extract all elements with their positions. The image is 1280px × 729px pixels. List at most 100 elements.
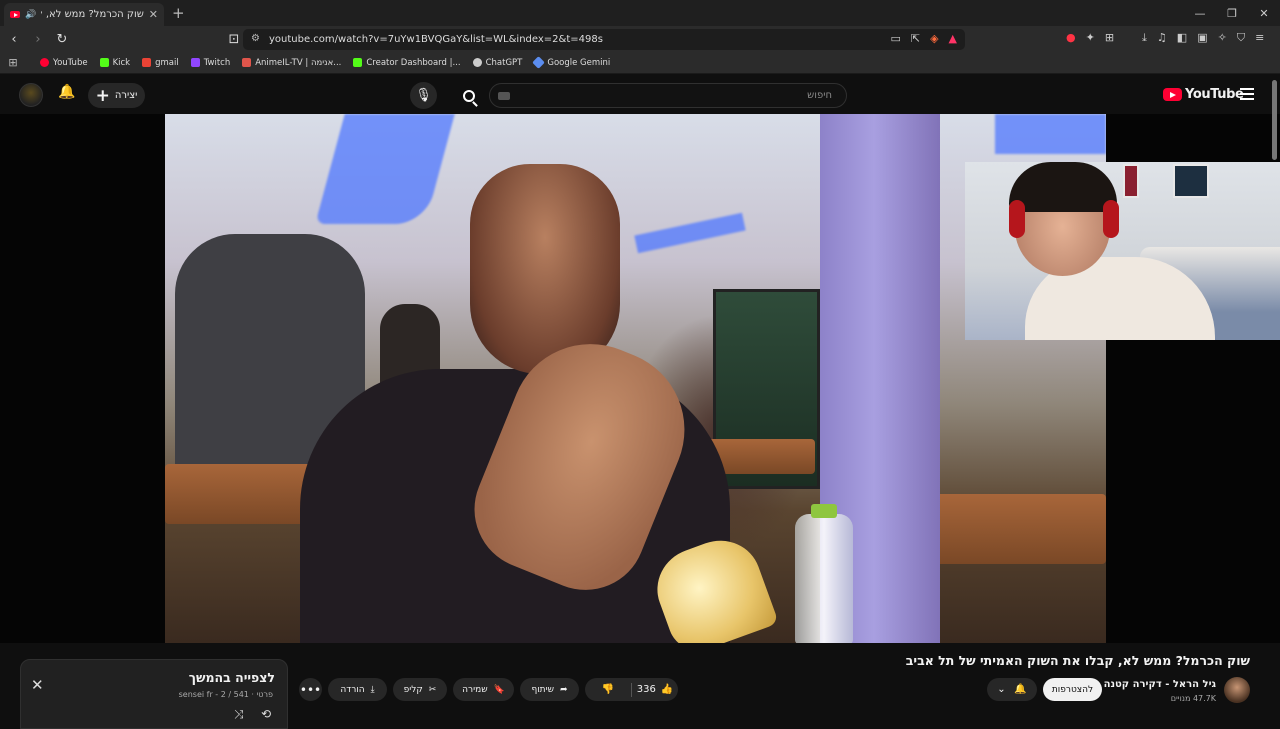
- keyboard-icon[interactable]: [498, 92, 510, 100]
- youtube-header: 🔔 יצירה + 🎙 חיפוש YouTube: [0, 76, 1280, 114]
- youtube-logo[interactable]: YouTube: [1163, 87, 1244, 102]
- plus-icon: +: [95, 85, 110, 106]
- search-icon: [462, 89, 475, 102]
- subscriber-count: 47.7K מנויים: [1170, 694, 1216, 703]
- bookmark-animeil[interactable]: AnimeIL-TV | אנימה...: [236, 58, 347, 68]
- clip-label: קליפ: [403, 684, 423, 695]
- save-button[interactable]: 🔖 שמירה: [453, 678, 514, 701]
- media-icon[interactable]: ♫: [1157, 31, 1167, 45]
- maximize-button[interactable]: ❐: [1216, 0, 1248, 26]
- scissors-icon: ✂: [428, 684, 437, 695]
- subscription-bell-button[interactable]: ⌄ 🔔: [987, 678, 1037, 701]
- youtube-favicon-icon: [10, 11, 20, 18]
- chatgpt-icon: [472, 58, 482, 67]
- join-button[interactable]: להצטרפות: [1043, 678, 1102, 701]
- playlist-panel: לצפייה בהמשך פרטי · sensei fr - 2 / 541 …: [20, 659, 288, 729]
- wallet-icon[interactable]: ▣: [1197, 31, 1207, 45]
- voice-search-button[interactable]: 🎙: [410, 82, 437, 109]
- page-scrollbar[interactable]: [1272, 80, 1277, 160]
- close-window-button[interactable]: ✕: [1248, 0, 1280, 26]
- kick-icon: [99, 58, 109, 67]
- loop-icon[interactable]: ⟲: [261, 707, 271, 721]
- search-button[interactable]: [452, 83, 485, 108]
- download-icon: ⤓: [370, 684, 375, 695]
- bookmarks-bar: ⊞ YouTube Kick gmail Twitch AnimeIL-TV |…: [0, 52, 1280, 74]
- wall-poster: [1173, 164, 1209, 198]
- toolbar-extensions: ● ✦ ⊞ ⤓ ♫ ◧ ▣ ✧ ⛉ ≡: [1066, 31, 1264, 45]
- ceiling-light: [995, 114, 1106, 154]
- chevron-down-icon: ⌄: [997, 684, 1006, 695]
- address-bar[interactable]: ⚙ youtube.com/watch?v=7uYw1BVQGaY&list=W…: [243, 29, 965, 50]
- sidebar-icon[interactable]: ◧: [1177, 31, 1187, 45]
- tab-title: שוק הכרמל? ממש לא, קבלו א: [41, 9, 144, 20]
- video-player[interactable]: [0, 114, 1280, 643]
- host-head: [470, 164, 620, 374]
- account-avatar[interactable]: [19, 83, 43, 107]
- guide-menu-icon[interactable]: [1240, 88, 1254, 100]
- reload-button[interactable]: ↻: [52, 32, 72, 47]
- bookmark-page-icon[interactable]: ⊡: [224, 32, 244, 47]
- back-button[interactable]: ‹: [4, 32, 24, 47]
- share-page-icon[interactable]: ⇱: [911, 32, 920, 45]
- bookmark-gmail[interactable]: gmail: [136, 58, 185, 68]
- ceiling-light: [634, 212, 746, 254]
- screenshot-icon[interactable]: ⊞: [1105, 31, 1114, 45]
- minimize-button[interactable]: —: [1184, 0, 1216, 26]
- brave-shields-icon[interactable]: ◈: [930, 32, 938, 45]
- more-icon: •••: [299, 682, 322, 697]
- channel-name[interactable]: גיל הראל - דקירה קטנה: [1104, 679, 1216, 690]
- apps-grid-icon[interactable]: ⊞: [0, 56, 26, 69]
- like-button[interactable]: 336 👍: [632, 684, 678, 695]
- youtube-play-icon: [1163, 88, 1182, 101]
- bookmark-gemini[interactable]: Google Gemini: [528, 56, 616, 69]
- browser-tab-active[interactable]: 🔊 שוק הכרמל? ממש לא, קבלו א ✕: [4, 3, 164, 26]
- clip-button[interactable]: ✂ קליפ: [393, 678, 447, 701]
- twitch-icon: [190, 58, 200, 67]
- share-button[interactable]: ➦ שיתוף: [520, 678, 579, 701]
- animeil-icon: [242, 58, 252, 67]
- kick-icon: [353, 58, 363, 67]
- download-button[interactable]: ⤓ הורדה: [328, 678, 387, 701]
- create-button[interactable]: יצירה +: [88, 83, 145, 108]
- share-label: שיתוף: [531, 684, 554, 695]
- browser-menu-icon[interactable]: ≡: [1255, 31, 1264, 45]
- channel-avatar[interactable]: [1224, 677, 1250, 703]
- like-dislike-bar: 👎 336 👍: [585, 678, 678, 701]
- share-icon: ➦: [559, 684, 568, 695]
- headset-icon: [1103, 200, 1119, 238]
- bookmark-youtube[interactable]: YouTube: [34, 58, 94, 68]
- water-bottle: [795, 504, 853, 643]
- thumbs-down-icon: 👎: [601, 684, 615, 695]
- bookmark-icon: 🔖: [493, 684, 505, 695]
- bookmark-creator-dashboard[interactable]: Creator Dashboard |...: [347, 58, 466, 68]
- dislike-button[interactable]: 👎: [585, 684, 631, 695]
- brave-rewards-icon[interactable]: ▲: [949, 32, 957, 45]
- tab-close-icon[interactable]: ✕: [149, 8, 158, 21]
- new-tab-button[interactable]: +: [172, 4, 185, 22]
- cast-icon[interactable]: ▭: [890, 32, 900, 45]
- vpn-shield-icon[interactable]: ⛉: [1237, 31, 1245, 45]
- wall-poster: [1123, 164, 1139, 198]
- search-input[interactable]: חיפוש: [489, 83, 847, 108]
- extension-red-icon[interactable]: ●: [1066, 31, 1076, 45]
- notifications-bell-icon[interactable]: 🔔: [58, 84, 75, 100]
- youtube-logo-text: YouTube: [1185, 87, 1244, 102]
- site-settings-icon[interactable]: ⚙: [251, 33, 260, 44]
- bookmark-kick[interactable]: Kick: [94, 58, 137, 68]
- more-actions-button[interactable]: •••: [299, 678, 322, 701]
- save-label: שמירה: [462, 684, 488, 695]
- headset-icon: [1009, 200, 1025, 238]
- forward-button[interactable]: ›: [28, 32, 48, 47]
- bookmark-chatgpt[interactable]: ChatGPT: [467, 58, 529, 68]
- playlist-title[interactable]: לצפייה בהמשך: [189, 670, 275, 685]
- leo-ai-icon[interactable]: ✧: [1218, 31, 1227, 45]
- video-title: שוק הכרמל? ממש לא, קבלו את השוק האמיתי ש…: [905, 653, 1250, 668]
- audio-icon[interactable]: 🔊: [25, 10, 36, 20]
- youtube-icon: [40, 58, 49, 67]
- downloads-icon[interactable]: ⤓: [1142, 31, 1147, 45]
- webcam-overlay: [965, 162, 1280, 340]
- download-label: הורדה: [340, 684, 365, 695]
- bookmark-twitch[interactable]: Twitch: [185, 58, 237, 68]
- extensions-icon[interactable]: ✦: [1086, 31, 1095, 45]
- close-icon[interactable]: ✕: [31, 676, 44, 694]
